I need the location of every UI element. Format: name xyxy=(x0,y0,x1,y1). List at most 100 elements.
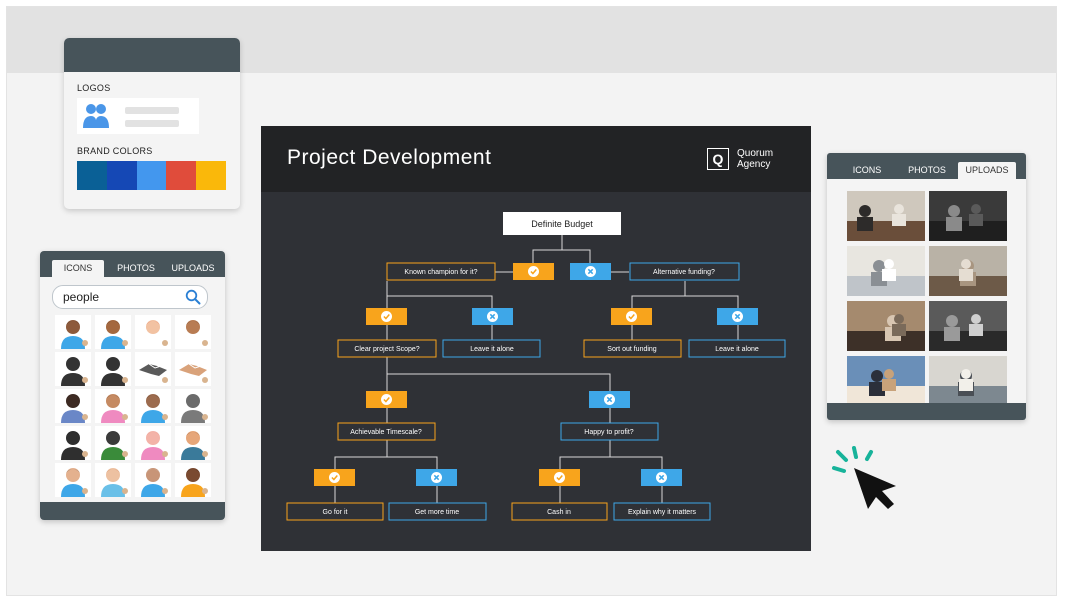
people-logo-icon xyxy=(83,104,109,128)
person-icon[interactable] xyxy=(55,315,91,349)
check-icon xyxy=(381,394,392,405)
person-icon[interactable] xyxy=(95,352,131,386)
yes-decision-box xyxy=(513,263,554,280)
uploaded-photo[interactable] xyxy=(929,301,1007,351)
person-icon[interactable] xyxy=(95,315,131,349)
node-label: Clear project Scope? xyxy=(354,346,419,353)
result-node: Sort out funding xyxy=(583,339,682,358)
color-swatch[interactable] xyxy=(106,161,137,190)
person-icon[interactable] xyxy=(135,389,171,423)
tab-icons[interactable]: ICONS xyxy=(841,162,893,179)
search-value: people xyxy=(63,290,100,304)
logo-item[interactable] xyxy=(77,98,199,134)
result-node: Go for it xyxy=(286,502,384,521)
no-decision-box xyxy=(717,308,758,325)
no-decision-box xyxy=(641,469,682,486)
yes-decision-box xyxy=(366,308,407,325)
search-icon[interactable] xyxy=(185,289,201,305)
person-icon[interactable] xyxy=(175,463,211,497)
person-icon[interactable] xyxy=(175,352,211,386)
person-icon[interactable] xyxy=(95,463,131,497)
icon-results-grid xyxy=(55,315,211,497)
node-label: Sort out funding xyxy=(607,346,657,353)
icons-panel-footer xyxy=(40,502,225,520)
no-decision-box xyxy=(416,469,457,486)
node-label: Explain why it matters xyxy=(628,509,697,516)
question-node: Alternative funding? xyxy=(629,262,740,281)
uploads-panel-tabs: ICONS PHOTOS UPLOADS xyxy=(827,153,1026,179)
brand-color-swatches xyxy=(77,161,226,190)
node-label: Achievable Timescale? xyxy=(350,429,422,436)
person-icon[interactable] xyxy=(95,389,131,423)
color-swatch[interactable] xyxy=(196,161,226,190)
result-node: Leave it alone xyxy=(442,339,541,358)
person-icon[interactable] xyxy=(55,352,91,386)
node-label: Go for it xyxy=(323,509,348,516)
color-swatch[interactable] xyxy=(166,161,197,190)
person-icon[interactable] xyxy=(135,463,171,497)
node-label: Alternative funding? xyxy=(653,269,715,276)
uploaded-photo[interactable] xyxy=(847,246,925,296)
question-node: Clear project Scope? xyxy=(337,339,437,358)
no-decision-box xyxy=(472,308,513,325)
cursor-click-icon xyxy=(832,446,896,509)
check-icon xyxy=(554,472,565,483)
yes-decision-box xyxy=(314,469,355,486)
person-icon[interactable] xyxy=(95,426,131,460)
uploaded-photo[interactable] xyxy=(847,191,925,241)
node-label: Leave it alone xyxy=(715,346,759,353)
flowchart-design[interactable]: Project Development Q Quorum Agency Defi… xyxy=(261,126,811,551)
check-icon xyxy=(528,266,539,277)
logo-placeholder-line xyxy=(125,107,179,114)
tab-uploads[interactable]: UPLOADS xyxy=(958,162,1016,179)
node-label: Happy to profit? xyxy=(584,429,634,436)
uploaded-photos-grid xyxy=(847,191,1007,406)
uploads-panel-footer xyxy=(827,403,1026,420)
person-icon[interactable] xyxy=(55,463,91,497)
person-icon[interactable] xyxy=(135,315,171,349)
tab-icons[interactable]: ICONS xyxy=(52,260,104,277)
person-icon[interactable] xyxy=(135,352,171,386)
no-decision-box xyxy=(570,263,611,280)
person-icon[interactable] xyxy=(55,389,91,423)
person-icon[interactable] xyxy=(175,426,211,460)
uploaded-photo[interactable] xyxy=(929,191,1007,241)
node-label: Known champion for it? xyxy=(404,269,477,276)
question-node: Known champion for it? xyxy=(386,262,496,281)
brand-panel-header xyxy=(64,38,240,72)
uploaded-photo[interactable] xyxy=(847,301,925,351)
tab-photos[interactable]: PHOTOS xyxy=(110,260,162,277)
no-decision-box xyxy=(589,391,630,408)
yes-decision-box xyxy=(539,469,580,486)
node-label: Get more time xyxy=(415,509,459,516)
result-node: Leave it alone xyxy=(688,339,786,358)
root-node-label: Definite Budget xyxy=(531,219,593,229)
tab-uploads[interactable]: UPLOADS xyxy=(164,260,222,277)
color-swatch[interactable] xyxy=(77,161,107,190)
yes-decision-box xyxy=(611,308,652,325)
question-node: Achievable Timescale? xyxy=(337,422,436,441)
brand-kit-panel: LOGOS BRAND COLORS xyxy=(64,38,240,209)
search-input[interactable]: people xyxy=(52,285,208,309)
person-icon[interactable] xyxy=(55,426,91,460)
result-node: Explain why it matters xyxy=(613,502,711,521)
node-label: Leave it alone xyxy=(470,346,514,353)
question-node: Happy to profit? xyxy=(560,422,659,441)
uploaded-photo[interactable] xyxy=(929,356,1007,406)
person-icon[interactable] xyxy=(135,426,171,460)
tab-photos[interactable]: PHOTOS xyxy=(901,162,953,179)
person-icon[interactable] xyxy=(175,315,211,349)
mouse-cursor xyxy=(828,442,908,512)
logos-label: LOGOS xyxy=(77,83,111,93)
node-label: Cash in xyxy=(547,509,571,516)
flowchart-diagram: Definite Budget Known champion for it? A… xyxy=(286,212,786,521)
person-icon[interactable] xyxy=(175,389,211,423)
color-swatch[interactable] xyxy=(136,161,167,190)
uploaded-photo[interactable] xyxy=(929,246,1007,296)
logo-placeholder-line xyxy=(125,120,179,127)
uploaded-photo[interactable] xyxy=(847,356,925,406)
check-icon xyxy=(329,472,340,483)
icons-panel-tabs: ICONS PHOTOS UPLOADS xyxy=(40,251,225,277)
check-icon xyxy=(381,311,392,322)
brand-colors-label: BRAND COLORS xyxy=(77,146,153,156)
